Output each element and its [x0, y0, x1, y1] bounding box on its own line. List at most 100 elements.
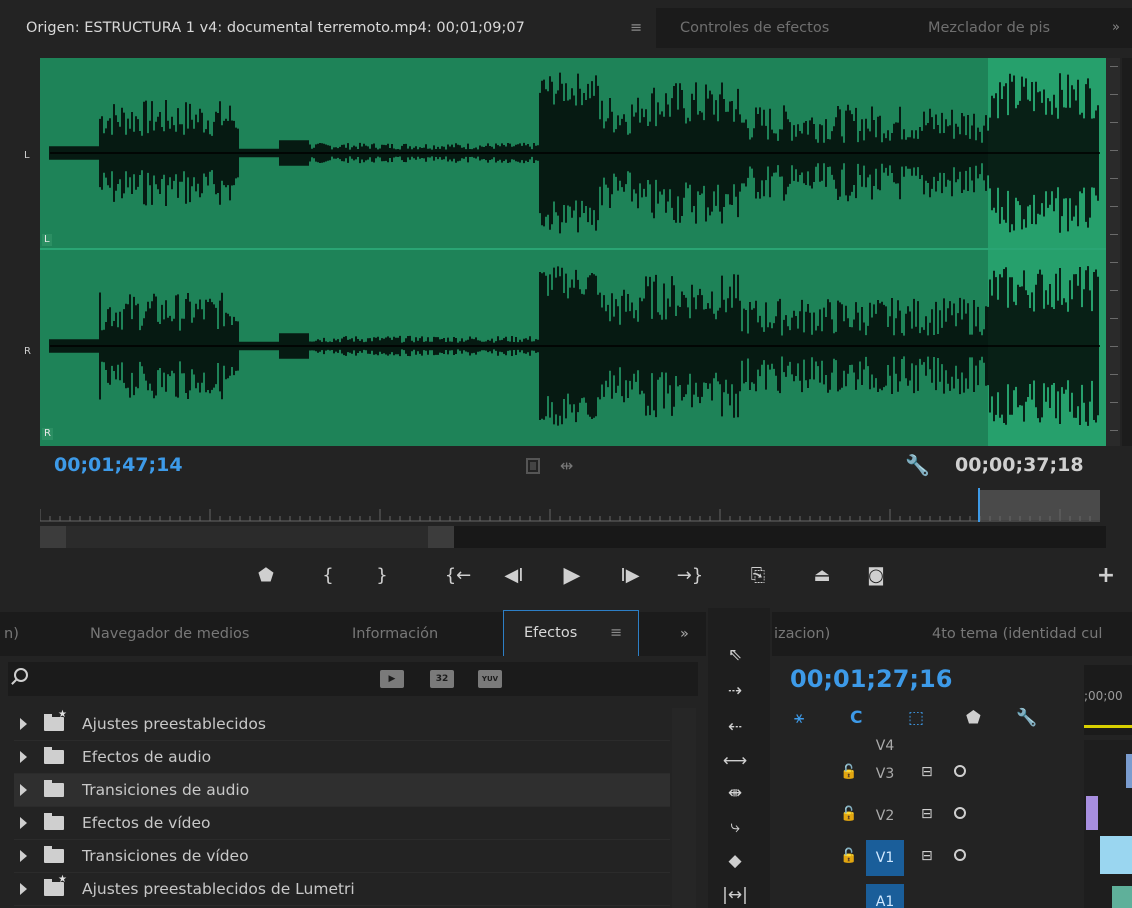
preset-star-icon: ★ — [58, 709, 67, 720]
expand-triangle-icon[interactable] — [20, 751, 27, 763]
pen-tool-icon[interactable]: ◆ — [720, 848, 750, 874]
scale-tick — [1110, 262, 1118, 263]
track-header-a1[interactable]: A1 — [776, 884, 1082, 908]
zoom-scrollbar-thumb[interactable] — [66, 526, 428, 548]
marker-icon[interactable]: ⬟ — [256, 562, 276, 590]
tab-partial[interactable]: n) — [4, 612, 19, 656]
expand-triangle-icon[interactable] — [20, 850, 27, 862]
scale-tick — [1110, 402, 1118, 403]
time-ruler[interactable] — [40, 500, 1100, 522]
track-header-v2[interactable]: 🔓 V2 ⊟ — [776, 798, 1082, 834]
linked-selection-icon[interactable]: C — [850, 708, 862, 728]
zoom-handle-left[interactable] — [40, 526, 66, 548]
go-to-in-icon[interactable]: {← — [440, 562, 476, 590]
mark-out-icon[interactable]: } — [372, 562, 392, 590]
mark-in-icon[interactable]: { — [318, 562, 338, 590]
add-marker-icon[interactable]: ⬟ — [966, 708, 981, 728]
drag-audio-only-icon[interactable]: ⇹ — [560, 456, 573, 475]
32bit-effects-icon[interactable]: 32 — [430, 670, 454, 688]
drag-video-only-icon[interactable] — [526, 458, 540, 474]
tab-media-browser[interactable]: Navegador de medios — [90, 612, 249, 656]
slip-tool-icon[interactable]: |↔| — [720, 882, 750, 908]
tab-sequence-1[interactable]: izacion) — [774, 612, 830, 656]
lock-icon[interactable]: 🔓 — [840, 848, 857, 864]
source-title: Origen: ESTRUCTURA 1 v4: documental terr… — [26, 20, 525, 36]
scale-tick — [1110, 234, 1118, 235]
play-icon[interactable]: ▶ — [558, 562, 586, 590]
ruler-label: ;00;00 — [1084, 689, 1123, 703]
selection-tool-icon[interactable]: ⇖ — [720, 642, 750, 668]
snap-icon[interactable]: ⚹ — [794, 708, 804, 728]
list-item-label: Transiciones de vídeo — [82, 847, 249, 865]
effects-search-input[interactable] — [8, 662, 698, 696]
overwrite-icon[interactable]: ⏏ — [808, 562, 836, 590]
wrench-icon[interactable]: 🔧 — [905, 453, 930, 477]
lock-icon[interactable]: 🔓 — [840, 764, 857, 780]
zoom-handle-right[interactable] — [428, 526, 454, 548]
timeline-timecode[interactable]: 00;01;27;16 — [790, 665, 952, 693]
list-item[interactable]: Efectos de audio — [14, 741, 670, 774]
eye-icon[interactable] — [954, 849, 966, 861]
accelerated-effects-icon[interactable]: ▶ — [380, 670, 404, 688]
tab-effects[interactable]: Efectos ≡ — [503, 610, 639, 656]
eye-icon[interactable] — [954, 807, 966, 819]
tab-audio-mixer[interactable]: Mezclador de pis — [928, 8, 1050, 48]
expand-triangle-icon[interactable] — [20, 784, 27, 796]
track-name[interactable]: V2 — [866, 798, 904, 834]
timeline-settings-icon[interactable]: 🔧 — [1016, 708, 1037, 728]
expand-triangle-icon[interactable] — [20, 883, 27, 895]
eye-icon[interactable] — [954, 765, 966, 777]
ripple-edit-tool-icon[interactable]: ⇠ — [720, 714, 750, 740]
track-name[interactable]: V1 — [866, 840, 904, 876]
tab-sequence-2[interactable]: 4to tema (identidad cul — [932, 612, 1102, 656]
more-tabs-icon[interactable]: » — [1112, 8, 1120, 48]
list-item[interactable]: ★ Ajustes preestablecidos — [14, 708, 670, 741]
track-header-v1[interactable]: 🔓 V1 ⊟ — [776, 840, 1082, 876]
add-button-icon[interactable]: + — [1094, 562, 1118, 590]
lock-icon[interactable]: 🔓 — [840, 806, 857, 822]
list-item[interactable]: Transiciones de audio — [14, 774, 670, 807]
audio-waveform-display[interactable]: L R — [40, 58, 1106, 446]
step-forward-icon[interactable]: I▶ — [616, 562, 644, 590]
track-name[interactable]: V3 — [866, 756, 904, 792]
list-item[interactable]: ★ Ajustes preestablecidos de Lumetri — [14, 873, 670, 906]
tab-info[interactable]: Información — [352, 612, 438, 656]
waveform-graphic — [49, 72, 1100, 426]
timeline-ruler[interactable]: ;00;00 — [1084, 665, 1132, 735]
razor-tool-icon[interactable]: ⤷ — [720, 814, 750, 840]
more-tabs-icon[interactable]: » — [680, 612, 689, 656]
list-item[interactable]: Efectos de vídeo — [14, 807, 670, 840]
yuv-effects-icon[interactable]: YUV — [478, 670, 502, 688]
export-frame-icon[interactable]: ◙ — [862, 562, 890, 590]
track-name[interactable]: A1 — [866, 884, 904, 908]
sync-lock-icon[interactable]: ⊟ — [921, 764, 933, 780]
rolling-edit-tool-icon[interactable]: ⟷ — [720, 748, 750, 774]
timeline-tracks-area[interactable] — [1084, 740, 1132, 908]
scroll-strip[interactable] — [1122, 58, 1132, 446]
current-timecode[interactable]: 00;01;47;14 — [54, 454, 183, 476]
go-to-out-icon[interactable]: →} — [672, 562, 708, 590]
add-edit-icon[interactable]: ⬚ — [908, 708, 924, 728]
tab-effect-controls[interactable]: Controles de efectos — [680, 8, 829, 48]
scale-tick — [1110, 178, 1118, 179]
effects-scrollbar[interactable] — [672, 708, 696, 908]
track-header-v3[interactable]: 🔓 V3 ⊟ — [776, 756, 1082, 792]
expand-triangle-icon[interactable] — [20, 817, 27, 829]
list-item[interactable]: Transiciones de vídeo — [14, 840, 670, 873]
expand-triangle-icon[interactable] — [20, 718, 27, 730]
rate-stretch-tool-icon[interactable]: ⇼ — [720, 780, 750, 806]
playhead[interactable] — [978, 488, 980, 522]
track-select-tool-icon[interactable]: ⇢ — [720, 678, 750, 704]
insert-icon[interactable]: ⎘ — [744, 562, 772, 590]
channel-label-right: R — [24, 346, 31, 357]
clip[interactable] — [1112, 886, 1132, 908]
tab-source[interactable]: Origen: ESTRUCTURA 1 v4: documental terr… — [0, 8, 656, 48]
sync-lock-icon[interactable]: ⊟ — [921, 806, 933, 822]
panel-menu-icon[interactable]: ≡ — [610, 611, 622, 655]
clip[interactable] — [1126, 754, 1132, 788]
clip[interactable] — [1100, 836, 1132, 874]
clip[interactable] — [1086, 796, 1098, 830]
panel-menu-icon[interactable]: ≡ — [630, 8, 642, 48]
sync-lock-icon[interactable]: ⊟ — [921, 848, 933, 864]
step-back-icon[interactable]: ◀I — [500, 562, 528, 590]
